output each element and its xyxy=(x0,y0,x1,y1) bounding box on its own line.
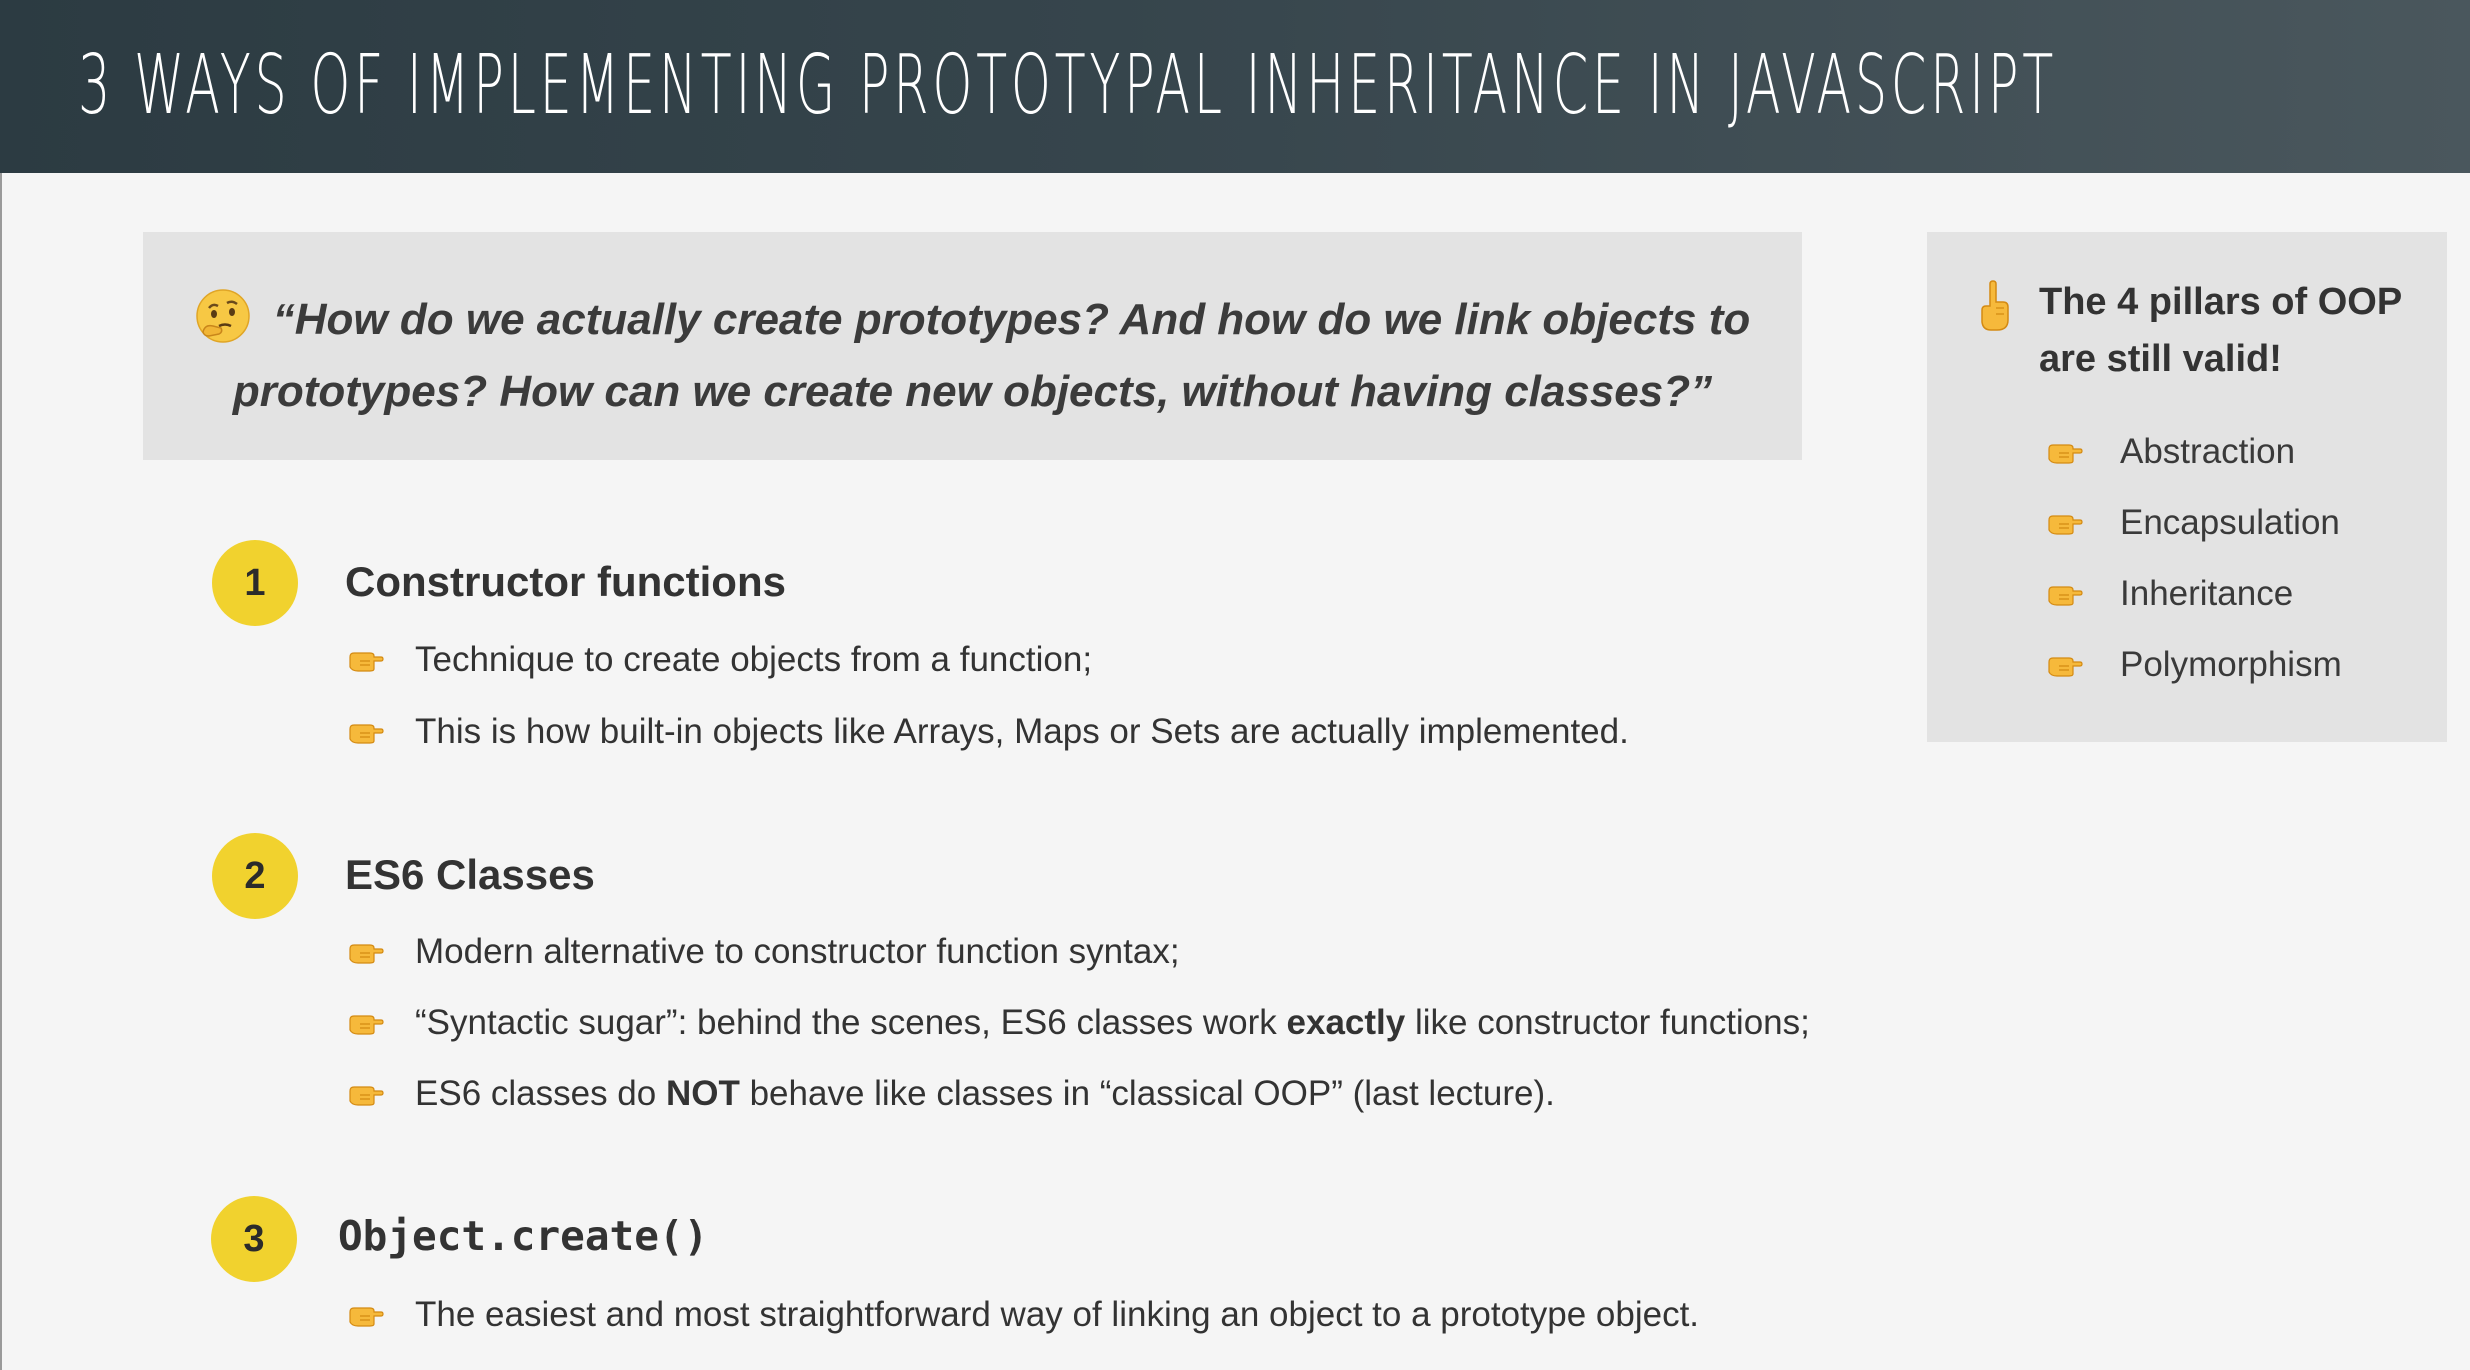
bullet-text: Modern alternative to constructor functi… xyxy=(415,932,1180,971)
bullet-text-part: ES6 classes do xyxy=(415,1074,666,1113)
section-number-badge: 3 xyxy=(211,1196,297,1282)
thinking-face-icon xyxy=(196,289,250,344)
pointing-hand-icon xyxy=(2047,439,2083,465)
bullet-emphasis: exactly xyxy=(1286,1003,1406,1042)
pointing-hand-icon xyxy=(2047,510,2083,536)
bullet-text: Technique to create objects from a funct… xyxy=(415,640,1093,679)
bullet-text: The easiest and most straightforward way… xyxy=(415,1295,1700,1334)
bullet-text: “Syntactic sugar”: behind the scenes, ES… xyxy=(415,995,1810,1051)
bullet-text: ES6 classes do NOT behave like classes i… xyxy=(415,1066,1555,1122)
pointing-hand-icon xyxy=(2047,581,2083,607)
pointing-hand-icon xyxy=(2047,652,2083,678)
question-box: “How do we actually create prototypes? A… xyxy=(143,232,1802,460)
bullet-emphasis: NOT xyxy=(665,1074,740,1113)
pillar-label: Abstraction xyxy=(2120,432,2296,471)
question-text-block: “How do we actually create prototypes? A… xyxy=(183,284,1762,428)
bullet-text-part: behave like classes in “classical OOP” (… xyxy=(739,1074,1555,1113)
index-pointing-up-icon xyxy=(1981,280,2009,331)
pointing-hand-icon xyxy=(348,1302,384,1328)
left-divider xyxy=(0,173,2,1370)
pointing-hand-icon xyxy=(348,719,384,745)
section-title: ES6 Classes xyxy=(345,851,595,898)
section-number-badge: 1 xyxy=(212,540,298,626)
question-text: “How do we actually create prototypes? A… xyxy=(232,295,1751,416)
section-title: Object.create() xyxy=(338,1212,709,1260)
section-number-badge: 2 xyxy=(212,833,298,919)
pointing-hand-icon xyxy=(348,1081,384,1107)
bullet-text-part: “Syntactic sugar”: behind the scenes, ES… xyxy=(415,1003,1287,1042)
pillars-title: The 4 pillars of OOP are still valid! xyxy=(2039,281,2402,380)
section-title: Constructor functions xyxy=(345,558,786,605)
bullet-text-part: like constructor functions; xyxy=(1405,1003,1810,1042)
bullet-text: This is how built-in objects like Arrays… xyxy=(415,712,1629,751)
pointing-hand-icon xyxy=(348,647,384,673)
pillar-label: Inheritance xyxy=(2120,574,2294,613)
pointing-hand-icon xyxy=(348,1010,384,1036)
pillar-label: Encapsulation xyxy=(2120,503,2340,542)
slide-title: 3 WAYS OF IMPLEMENTING PROTOTYPAL INHERI… xyxy=(78,38,2058,133)
title-bar: 3 WAYS OF IMPLEMENTING PROTOTYPAL INHERI… xyxy=(0,0,2470,173)
pillar-label: Polymorphism xyxy=(2120,645,2342,684)
pointing-hand-icon xyxy=(348,939,384,965)
